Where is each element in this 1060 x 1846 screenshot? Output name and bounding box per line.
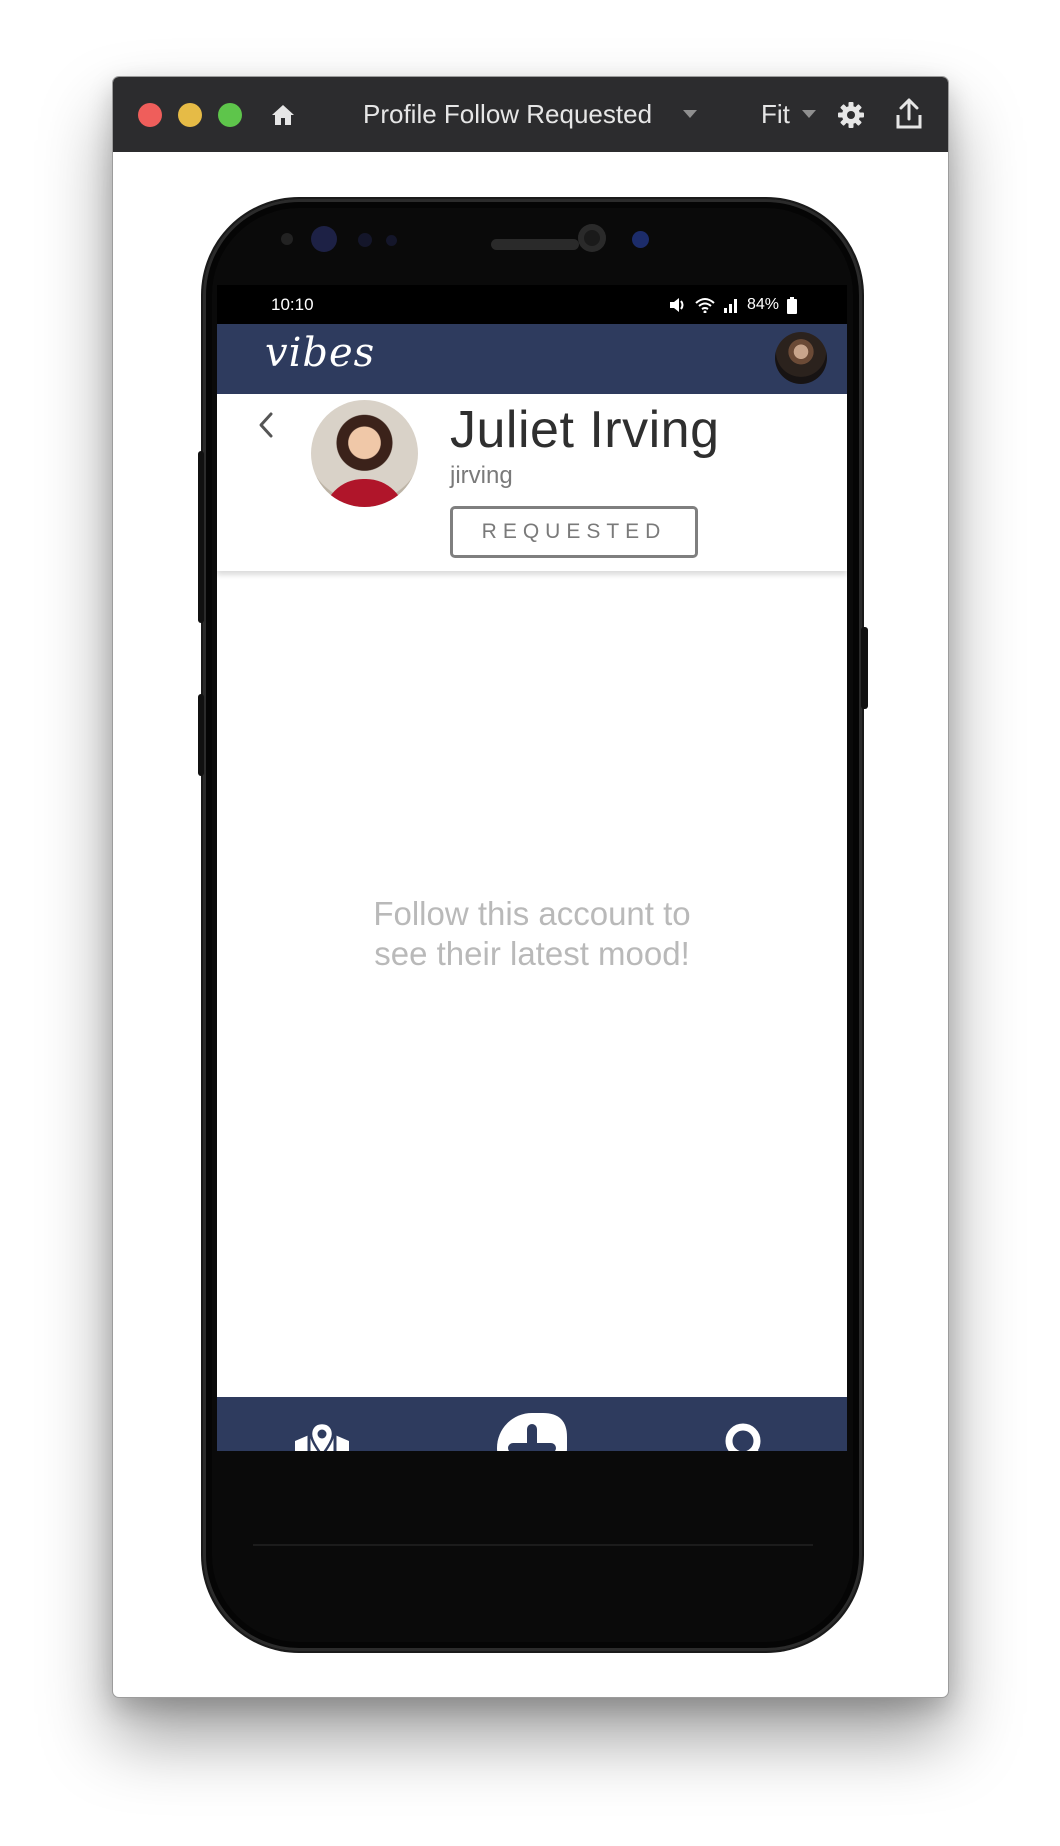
share-icon[interactable]: [895, 98, 923, 130]
app-logo: vibes: [265, 330, 376, 376]
zoom-window-button[interactable]: [218, 103, 242, 127]
profile-name: Juliet Irving: [450, 401, 720, 459]
chevron-down-icon[interactable]: [802, 110, 816, 118]
iris-sensor: [358, 233, 372, 247]
app-header: vibes: [217, 324, 847, 394]
chevron-down-icon[interactable]: [683, 110, 697, 118]
volume-button: [198, 694, 204, 776]
phone-chin-line: [253, 1544, 813, 1546]
map-icon[interactable]: [292, 1421, 352, 1451]
status-time: 10:10: [271, 295, 314, 314]
gear-icon[interactable]: [837, 101, 865, 129]
empty-state-line: see their latest mood!: [374, 935, 690, 972]
zoom-dropdown[interactable]: Fit: [761, 99, 790, 130]
earpiece: [491, 239, 579, 250]
profile-screen: Juliet Irving jirving REQUESTED Follow t…: [217, 394, 847, 1397]
phone-screen: 10:10 84% vibes Juliet Irving jirving RE…: [217, 285, 847, 1451]
volume-icon: [669, 298, 684, 312]
add-mood-icon[interactable]: [493, 1409, 571, 1451]
profile-header: Juliet Irving jirving REQUESTED: [217, 394, 847, 571]
follow-requested-button[interactable]: REQUESTED: [450, 506, 698, 558]
close-window-button[interactable]: [138, 103, 162, 127]
bottom-navigation: [217, 1397, 847, 1451]
preview-window: Profile Follow Requested Fit 10:10 84% v…: [112, 76, 949, 1698]
phone-frame: 10:10 84% vibes Juliet Irving jirving RE…: [198, 199, 868, 1651]
proximity-sensor: [281, 233, 293, 245]
battery-percentage: 84%: [746, 296, 779, 313]
avatar-shirt: [323, 479, 406, 507]
empty-state-message: Follow this account to see their latest …: [217, 894, 847, 974]
back-chevron-icon[interactable]: [255, 408, 279, 442]
current-user-avatar[interactable]: [775, 332, 827, 384]
screen-title-dropdown[interactable]: Profile Follow Requested: [363, 99, 652, 130]
iris-sensor: [386, 235, 397, 246]
bixby-button: [198, 451, 204, 623]
power-button: [861, 627, 868, 709]
wifi-icon: [695, 298, 715, 313]
battery-icon: [787, 296, 797, 314]
profile-avatar: [311, 400, 418, 507]
iris-led: [632, 231, 649, 248]
minimize-window-button[interactable]: [178, 103, 202, 127]
profile-username: jirving: [450, 462, 513, 489]
signal-icon: [723, 299, 737, 313]
status-icons: 84%: [669, 296, 797, 314]
empty-state-line: Follow this account to: [373, 895, 691, 932]
iris-scanner: [578, 224, 606, 252]
window-titlebar: Profile Follow Requested Fit: [113, 77, 948, 152]
status-bar: 10:10 84%: [217, 285, 847, 324]
home-icon[interactable]: [270, 102, 296, 128]
front-camera: [311, 226, 337, 252]
search-icon[interactable]: [721, 1419, 777, 1451]
